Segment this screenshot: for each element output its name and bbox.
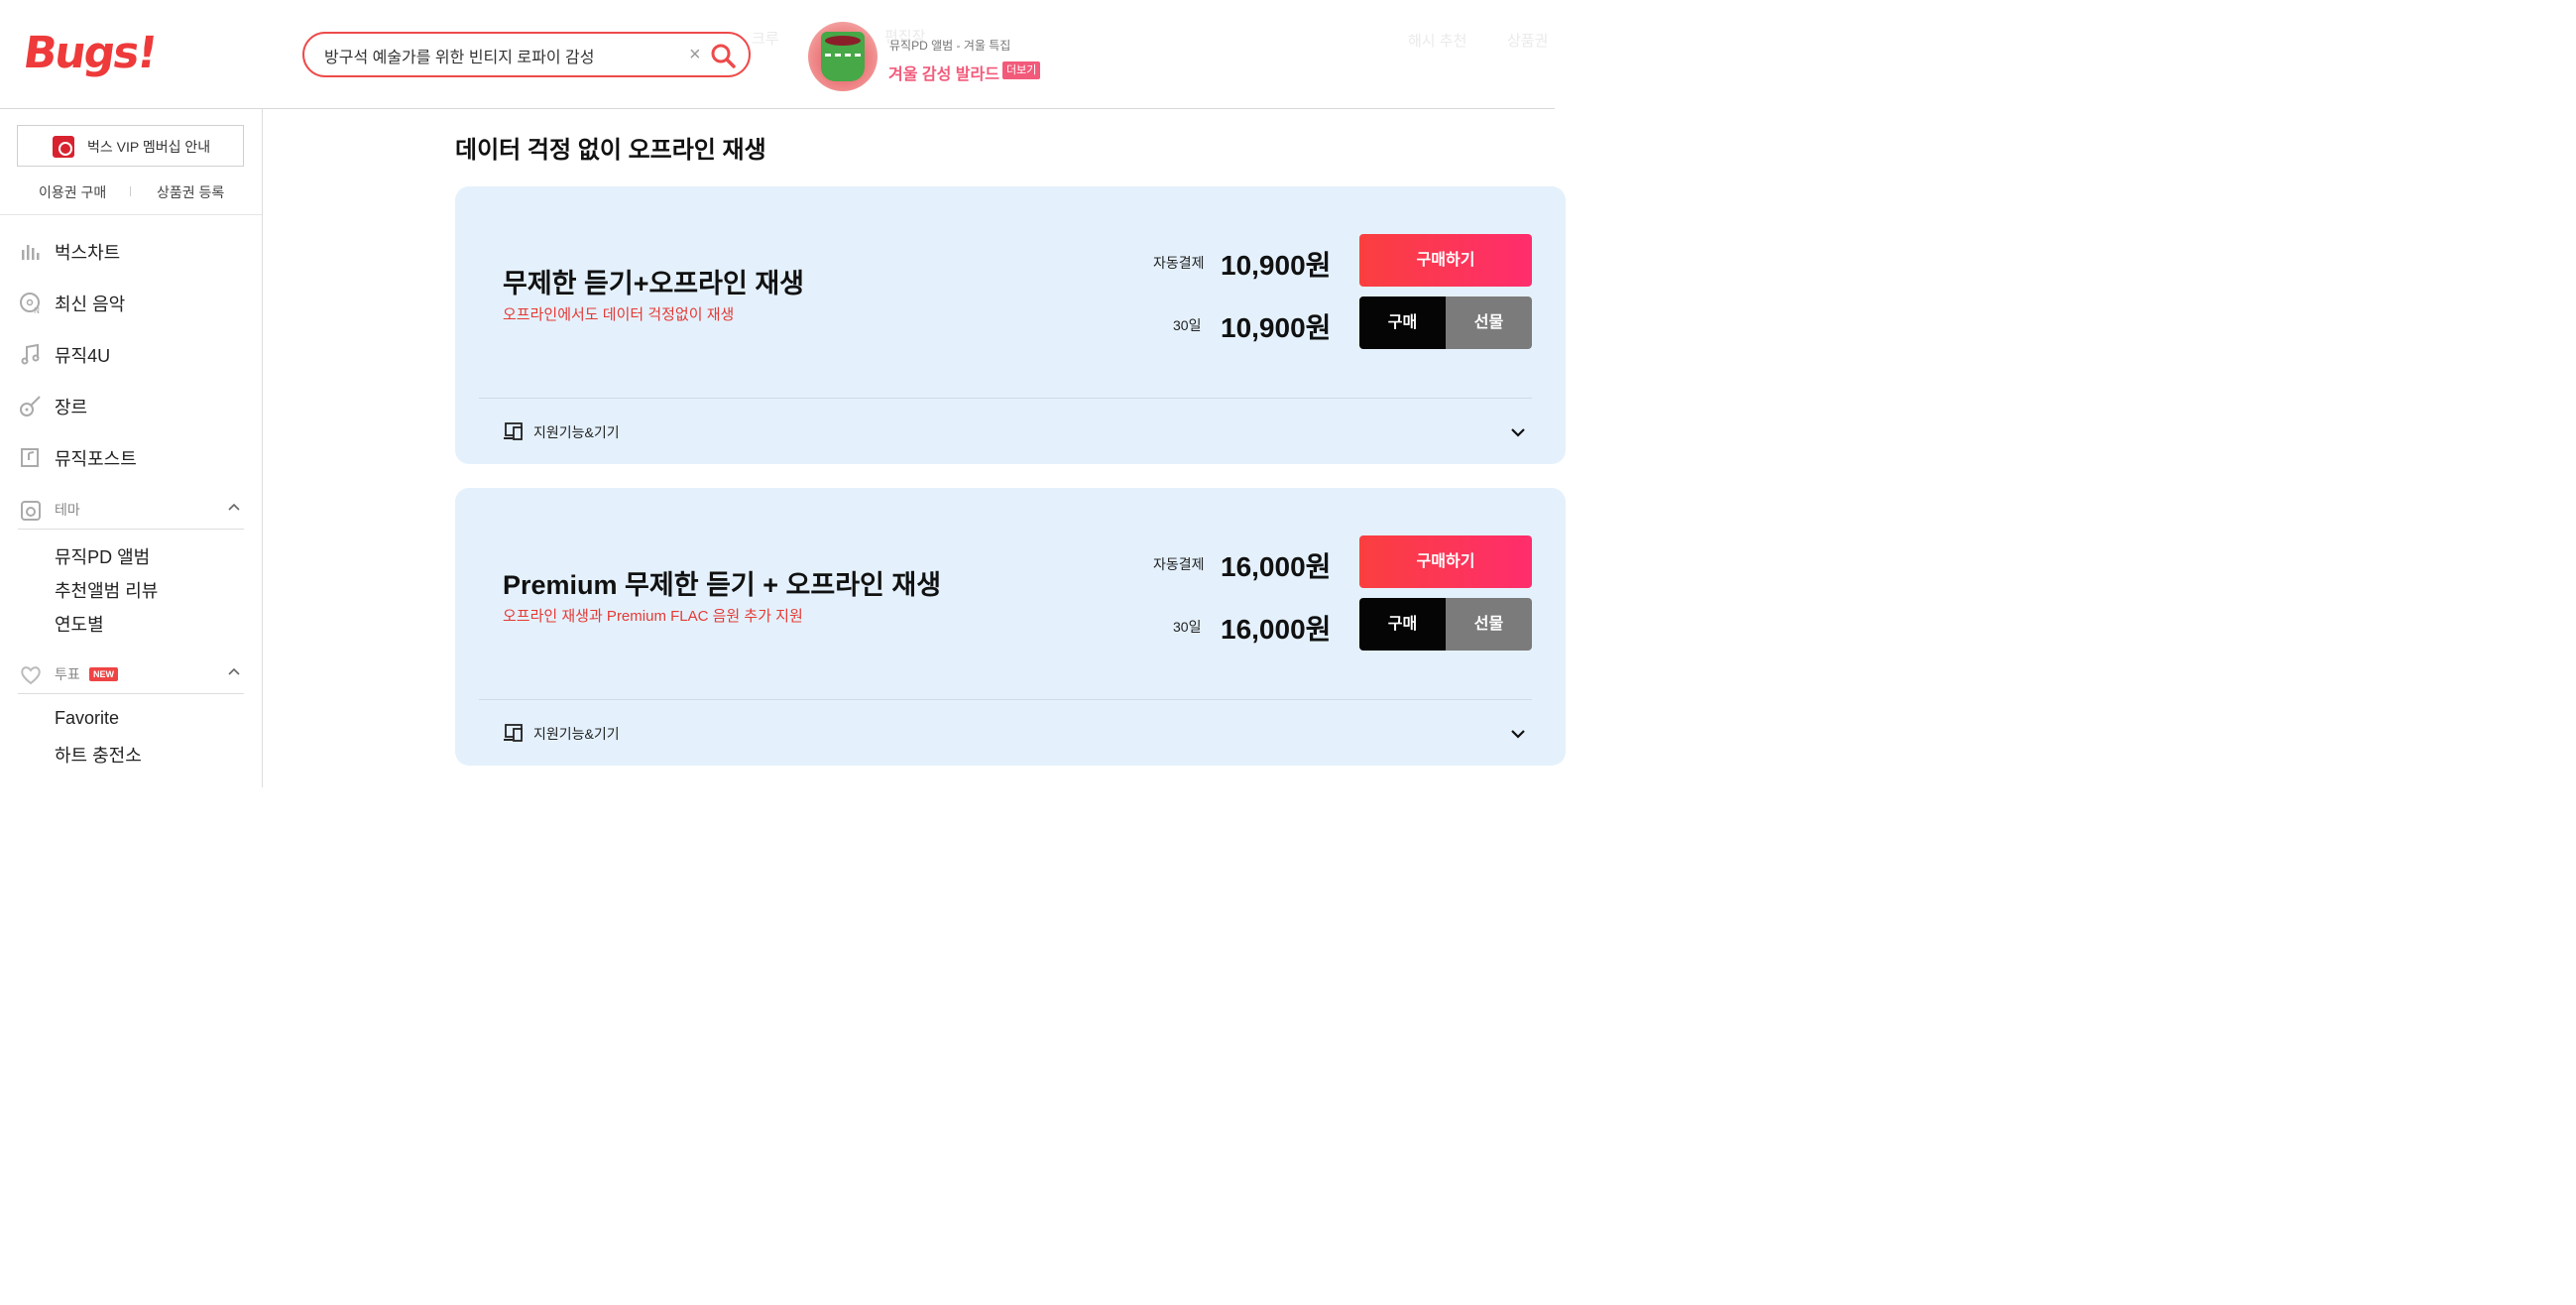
features-label: 지원기능&기기 — [533, 726, 620, 742]
chart-bars-icon — [22, 245, 40, 260]
faint-nav-item[interactable]: 해시 추천 — [1408, 30, 1466, 51]
bugs-logo[interactable]: Bugs! — [20, 28, 159, 78]
theme-label: 테마 — [55, 502, 80, 518]
heart-icon — [21, 666, 41, 685]
svg-text:N: N — [34, 306, 40, 315]
vote-label: 투표 — [55, 666, 80, 682]
plan-card: 무제한 듣기+오프라인 재생 오프라인에서도 데이터 걱정없이 재생 자동결제 … — [455, 186, 1566, 464]
purchase-button[interactable]: 구매 — [1359, 598, 1446, 651]
devices-icon — [504, 422, 523, 440]
post-icon — [21, 448, 39, 467]
vip-icon — [53, 136, 74, 158]
sidebar-item-new-music[interactable]: N 최신 음악 — [18, 288, 246, 317]
period-price: 10,900원 — [1221, 312, 1332, 343]
purchase-gift-group: 구매 선물 — [1359, 297, 1532, 349]
search-icon[interactable] — [709, 42, 737, 69]
sidebar-item-chart[interactable]: 벅스차트 — [18, 236, 246, 266]
search-input[interactable] — [324, 44, 681, 67]
sidebar-item-label: 최신 음악 — [55, 295, 126, 314]
faint-nav-item[interactable]: 상품권 — [1507, 30, 1548, 51]
auto-pay-price: 10,900원 — [1221, 250, 1332, 281]
gift-button[interactable]: 선물 — [1446, 598, 1532, 651]
promo-subtitle: 뮤직PD 앨범 - 겨울 특집 — [889, 39, 1011, 53]
vip-label: 벅스 VIP 멤버십 안내 — [87, 139, 211, 155]
plan-title: 무제한 듣기+오프라인 재생 — [503, 269, 805, 298]
plan-description: 오프라인에서도 데이터 걱정없이 재생 — [503, 306, 735, 323]
vote-item-heart-charge[interactable]: 하트 충전소 — [55, 742, 142, 768]
features-label: 지원기능&기기 — [533, 424, 620, 440]
clear-icon[interactable]: × — [689, 44, 701, 65]
sidebar-item-music-post[interactable]: 뮤직포스트 — [18, 442, 246, 472]
features-toggle[interactable]: 지원기능&기기 — [503, 420, 1532, 444]
chevron-up-icon[interactable] — [228, 502, 240, 514]
promo-cup-illustration — [821, 32, 865, 81]
period-price: 16,000원 — [1221, 614, 1332, 645]
chevron-down-icon[interactable] — [1510, 424, 1526, 440]
promo-more-button[interactable]: 더보기 — [1002, 61, 1041, 79]
faint-nav-item[interactable]: 크루 — [752, 28, 779, 49]
subscribe-button[interactable]: 구매하기 — [1359, 535, 1532, 588]
sidebar-item-genre[interactable]: 장르 — [18, 391, 246, 420]
sidebar-divider — [0, 214, 262, 215]
subscribe-button[interactable]: 구매하기 — [1359, 234, 1532, 287]
promo-album-image[interactable] — [808, 22, 878, 91]
plan-card: Premium 무제한 듣기 + 오프라인 재생 오프라인 재생과 Premiu… — [455, 488, 1566, 766]
register-voucher-link[interactable]: 상품권 등록 — [157, 182, 224, 202]
top-header: Bugs! × 크루 편집장 해시 추천 상품권 뮤직PD 앨범 - 겨울 특집… — [0, 0, 1555, 109]
purchase-button[interactable]: 구매 — [1359, 297, 1446, 349]
page-title: 데이터 걱정 없이 오프라인 재생 — [455, 137, 766, 164]
plan-description: 오프라인 재생과 Premium FLAC 음원 추가 지원 — [503, 608, 803, 625]
devices-icon — [504, 724, 523, 742]
link-separator — [130, 186, 131, 196]
theme-section-header[interactable]: 테마 — [18, 494, 244, 530]
vote-section-header[interactable]: 투표 NEW — [18, 658, 244, 694]
theme-item-musicpd[interactable]: 뮤직PD 앨범 — [55, 543, 150, 569]
new-disc-icon: N — [20, 293, 40, 315]
new-badge: NEW — [89, 667, 118, 681]
card-divider — [479, 699, 1532, 700]
card-divider — [479, 398, 1532, 399]
chevron-up-icon[interactable] — [228, 666, 240, 678]
period-label: 30일 — [1173, 317, 1202, 333]
auto-pay-label: 자동결제 — [1153, 556, 1205, 572]
sidebar-item-music4u[interactable]: 뮤직4U — [18, 339, 246, 369]
guitar-icon — [20, 396, 41, 416]
sidebar-item-label: 뮤직포스트 — [55, 449, 137, 469]
gift-button[interactable]: 선물 — [1446, 297, 1532, 349]
vote-item-favorite[interactable]: Favorite — [55, 708, 119, 729]
vip-membership-button[interactable]: 벅스 VIP 멤버십 안내 — [17, 125, 244, 167]
auto-pay-price: 16,000원 — [1221, 551, 1332, 582]
sidebar-item-label: 장르 — [55, 398, 88, 417]
auto-pay-label: 자동결제 — [1153, 255, 1205, 271]
theme-item-review[interactable]: 추천앨범 리뷰 — [55, 577, 158, 603]
theme-icon — [21, 501, 41, 521]
period-label: 30일 — [1173, 619, 1202, 635]
buy-pass-link[interactable]: 이용권 구매 — [39, 182, 106, 202]
promo-title[interactable]: 겨울 감성 발라드 — [888, 60, 999, 84]
left-sidebar: 벅스 VIP 멤버십 안내 이용권 구매 상품권 등록 벅스차트 N 최신 음악… — [0, 109, 263, 787]
chevron-down-icon[interactable] — [1510, 726, 1526, 742]
search-bar: × — [302, 32, 751, 77]
sidebar-item-label: 뮤직4U — [55, 346, 111, 366]
theme-item-year[interactable]: 연도별 — [55, 611, 104, 637]
features-toggle[interactable]: 지원기능&기기 — [503, 722, 1532, 746]
plan-title: Premium 무제한 듣기 + 오프라인 재생 — [503, 570, 942, 600]
purchase-gift-group: 구매 선물 — [1359, 598, 1532, 651]
music-note-icon — [21, 343, 40, 365]
sidebar-item-label: 벅스차트 — [55, 243, 121, 263]
